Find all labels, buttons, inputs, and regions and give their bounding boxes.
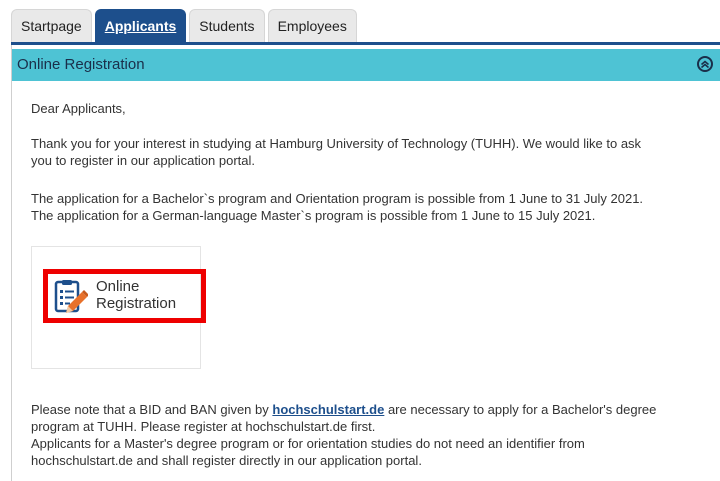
- registration-panel: Online Registration Dear Applicants, Tha…: [11, 45, 720, 481]
- thanks-paragraph: Thank you for your interest in studying …: [31, 135, 711, 169]
- tab-students[interactable]: Students: [189, 9, 265, 42]
- main-tabs: Startpage Applicants Students Employees: [11, 9, 357, 42]
- online-registration-button[interactable]: Online Registration: [43, 269, 206, 323]
- hochschulstart-link[interactable]: hochschulstart.de: [272, 402, 384, 417]
- note-paragraph: Please note that a BID and BAN given by …: [31, 401, 720, 469]
- thanks-line-1: Thank you for your interest in studying …: [31, 136, 642, 151]
- note-line-2: program at TUHH. Please register at hoch…: [31, 419, 376, 434]
- tab-startpage[interactable]: Startpage: [11, 9, 92, 42]
- panel-header[interactable]: Online Registration: [12, 49, 720, 81]
- dates-line-2: The application for a German-language Ma…: [31, 208, 596, 223]
- note-line-3: Applicants for a Master's degree program…: [31, 436, 585, 451]
- dates-paragraph: The application for a Bachelor`s program…: [31, 190, 711, 224]
- greeting-text: Dear Applicants,: [31, 101, 126, 116]
- note-text-1: Please note that a BID and BAN given by: [31, 402, 273, 417]
- online-registration-label: Online Registration: [96, 278, 177, 312]
- registration-form-pencil-icon: [54, 280, 88, 313]
- panel-title: Online Registration: [17, 56, 145, 73]
- note-text-2: are necessary to apply for a Bachelor's …: [384, 402, 657, 417]
- tab-applicants[interactable]: Applicants: [94, 9, 187, 42]
- dates-line-1: The application for a Bachelor`s program…: [31, 191, 644, 206]
- chevron-up-circle-icon[interactable]: [697, 56, 713, 72]
- note-line-4: hochschulstart.de and shall register dir…: [31, 453, 422, 468]
- tab-employees[interactable]: Employees: [267, 9, 357, 42]
- thanks-line-2: you to register in our application porta…: [31, 153, 256, 168]
